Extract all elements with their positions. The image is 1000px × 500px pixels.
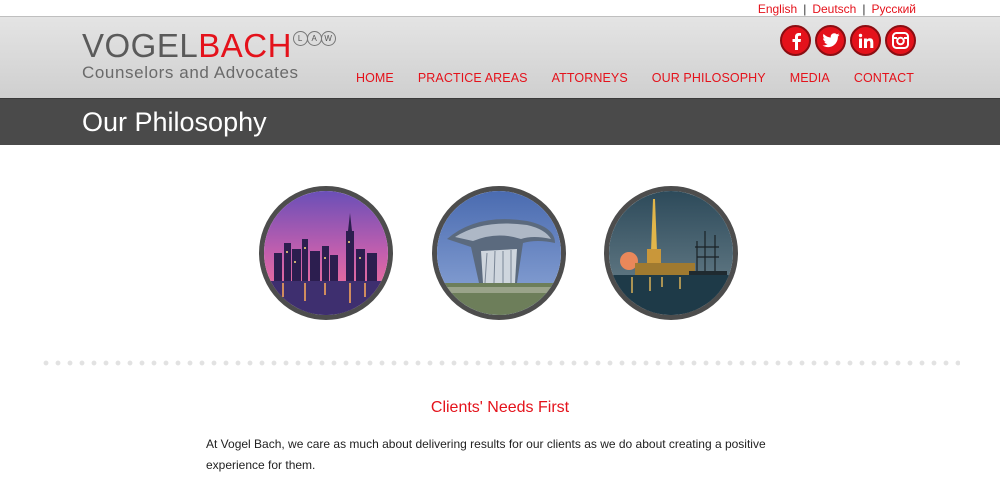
page-title: Our Philosophy [82,107,267,137]
lang-russian-link[interactable]: Русский [871,2,916,16]
site-logo[interactable]: VOGELBACH L A W Counselors and Advocates [82,29,336,83]
logo-wordmark: VOGELBACH L A W [82,29,336,62]
site-header: VOGELBACH L A W Counselors and Advocates HO… [0,16,1000,98]
nav-home[interactable]: HOME [356,71,394,85]
main-nav: HOME PRACTICE AREAS ATTORNEYS OUR PHILOS… [356,71,914,85]
facebook-icon[interactable] [780,25,811,56]
nav-our-philosophy[interactable]: OUR PHILOSOPHY [652,71,766,85]
instagram-icon[interactable] [885,25,916,56]
social-links [780,25,916,56]
lang-english-link[interactable]: English [758,2,797,16]
linkedin-icon[interactable] [850,25,881,56]
cathedral-spire-night-image [604,186,738,320]
logo-law-letter: A [306,31,322,46]
modern-building-image [432,186,566,320]
section-heading: Clients' Needs First [430,399,570,416]
logo-law-letter: L [292,31,308,46]
language-switcher: English | Deutsch | Русский [758,2,916,16]
logo-tagline: Counselors and Advocates [82,63,299,82]
nav-attorneys[interactable]: ATTORNEYS [552,71,628,85]
nav-media[interactable]: MEDIA [790,71,830,85]
logo-law-badge: LAW [292,31,336,46]
logo-part-vogel: VOGEL [82,27,199,64]
lang-separator: | [862,2,866,16]
logo-law-letter: W [320,31,336,46]
page-title-band: Our Philosophy [0,98,1000,145]
twitter-icon[interactable] [815,25,846,56]
section-body-text: At Vogel Bach, we care as much about del… [206,437,766,472]
nav-practice-areas[interactable]: PRACTICE AREAS [418,71,528,85]
language-bar: English | Deutsch | Русский [0,0,1000,16]
lang-deutsch-link[interactable]: Deutsch [812,2,856,16]
lang-separator: | [803,2,807,16]
nav-contact[interactable]: CONTACT [854,71,914,85]
city-skyline-night-image [259,186,393,320]
dotted-divider [40,360,960,366]
logo-part-bach: BACH [198,27,292,64]
